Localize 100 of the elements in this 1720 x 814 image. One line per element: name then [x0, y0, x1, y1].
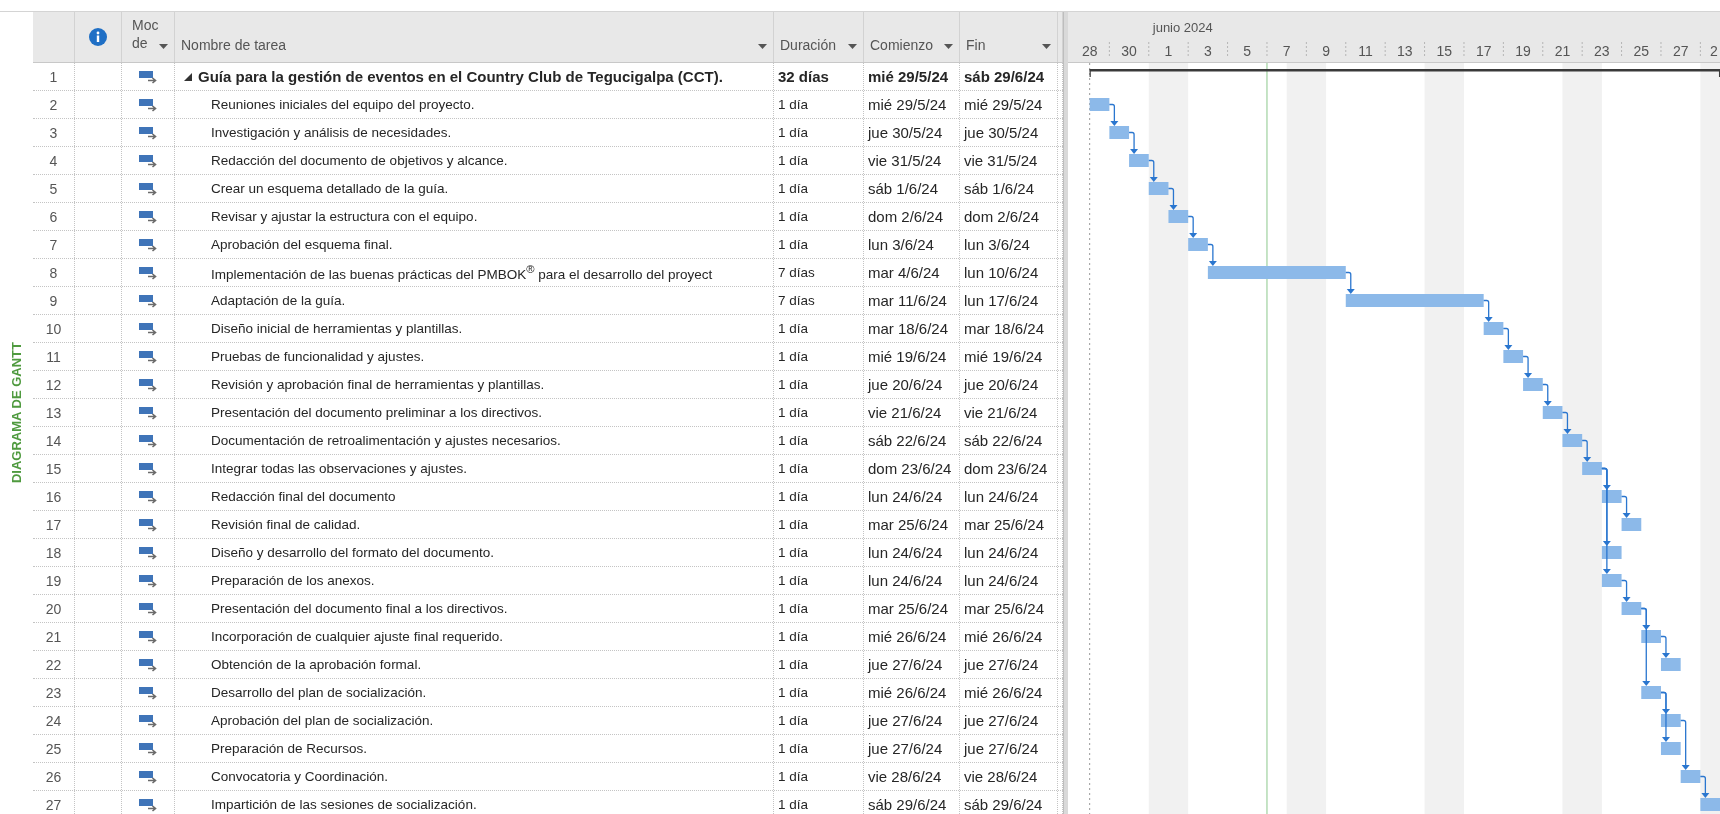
- row-number: 6: [49, 208, 58, 225]
- column-header[interactable]: Nombre de tarea: [175, 12, 774, 62]
- table-cell-text: lun 24/6/24: [963, 572, 1039, 589]
- task-name: Incorporación de cualquier ajuste final requerido.: [210, 629, 503, 644]
- table-cell-text: vie 21/6/24: [867, 404, 942, 421]
- task-bar[interactable]: [1503, 350, 1524, 363]
- task-bar[interactable]: [1542, 406, 1563, 419]
- task-name: Redacción final del documento: [210, 489, 396, 504]
- dependency-arrow: [1483, 299, 1493, 322]
- task-mode-icon: [138, 489, 158, 504]
- row-number: 9: [49, 292, 58, 309]
- info-icon: [89, 28, 107, 46]
- task-bar[interactable]: [1562, 434, 1583, 447]
- task-mode-icon: [138, 405, 158, 420]
- summary-bar[interactable]: [1089, 68, 1720, 78]
- caret-icon: [848, 44, 857, 49]
- table-cell-text: jue 27/6/24: [866, 656, 943, 673]
- table-cell-text: 1 día: [777, 97, 809, 112]
- task-name: Presentación del documento final a los directivos.: [210, 601, 508, 616]
- task-bar[interactable]: [1168, 210, 1189, 223]
- dependency-arrow: [1502, 327, 1513, 350]
- table-cell-text: vie 28/6/24: [963, 768, 1038, 785]
- table-cell-text: 7 días: [777, 293, 815, 308]
- task-name: Pruebas de funcionalidad y ajustes.: [210, 349, 425, 364]
- row-number: 12: [45, 376, 62, 393]
- day-label: 25: [1633, 43, 1650, 59]
- dependency-arrow: [1542, 383, 1552, 406]
- day-label: 1: [1164, 43, 1173, 59]
- dependency-arrow: [1148, 159, 1158, 182]
- column-header[interactable]: Moc de: [122, 12, 175, 62]
- task-name: Adaptación de la guía.: [210, 293, 346, 308]
- dependency-arrow: [1167, 187, 1178, 210]
- table-cell-text: 1 día: [777, 629, 809, 644]
- table-cell-text: mar 25/6/24: [963, 516, 1045, 533]
- table-cell-text: lun 24/6/24: [867, 488, 943, 505]
- caret-icon: [944, 44, 953, 49]
- task-bar[interactable]: [1660, 742, 1681, 755]
- day-label: 5: [1243, 43, 1252, 59]
- table-cell-text: 1 día: [777, 125, 809, 140]
- task-mode-icon: [138, 461, 158, 476]
- table-cell-text: 1 día: [777, 461, 809, 476]
- task-mode-icon: [138, 97, 158, 112]
- task-mode-icon: [138, 713, 158, 728]
- table-cell-text: 1 día: [777, 573, 809, 588]
- table-cell-text: dom 23/6/24: [867, 460, 952, 477]
- day-label: 7: [1282, 43, 1291, 59]
- table-cell-text: mar 25/6/24: [963, 600, 1045, 617]
- task-bar[interactable]: [1089, 98, 1110, 111]
- task-bar[interactable]: [1621, 602, 1642, 615]
- table-cell-text: dom 2/6/24: [867, 208, 944, 225]
- task-mode-icon: [138, 769, 158, 784]
- table-cell-text: 1 día: [777, 349, 809, 364]
- table-cell-text: mar 18/6/24: [963, 320, 1045, 337]
- collapse-icon[interactable]: [184, 72, 192, 81]
- table-cell-text: 1 día: [777, 601, 809, 616]
- row-number: 7: [49, 236, 58, 253]
- table-cell-text: lun 24/6/24: [867, 572, 943, 589]
- dependency-arrow: [1522, 355, 1533, 378]
- table-cell-text: 1 día: [777, 377, 809, 392]
- table-cell-text: sáb 22/6/24: [963, 432, 1043, 449]
- day-label: 23: [1594, 43, 1610, 59]
- row-number: 16: [45, 488, 62, 505]
- task-bar[interactable]: [1621, 518, 1642, 531]
- task-bar[interactable]: [1483, 322, 1504, 335]
- task-bar[interactable]: [1641, 630, 1661, 643]
- task-mode-icon: [138, 573, 158, 588]
- table-cell-text: mar 4/6/24: [867, 264, 940, 281]
- table-cell-text: jue 27/6/24: [962, 740, 1039, 757]
- day-label: 17: [1475, 43, 1492, 59]
- column-header[interactable]: Comienzo: [864, 12, 960, 62]
- table-cell-text: mié 26/6/24: [963, 628, 1043, 645]
- column-header[interactable]: Duración: [774, 12, 864, 62]
- table-cell-text: sáb 29/6/24: [867, 796, 947, 813]
- task-bar[interactable]: [1148, 182, 1169, 195]
- task-bar[interactable]: [1680, 770, 1701, 783]
- table-cell-text: lun 3/6/24: [867, 236, 934, 253]
- dependency-arrow: [1128, 131, 1139, 154]
- table-cell-text: mié 26/6/24: [867, 684, 947, 701]
- day-label: 11: [1358, 43, 1373, 59]
- row-number: 4: [49, 152, 58, 169]
- table-cell-text: 7 días: [777, 265, 815, 280]
- table-cell-text: sáb 29/6/24: [963, 796, 1043, 813]
- task-name: Integrar todas las observaciones y ajustes.: [210, 461, 467, 476]
- view-label: DIAGRAMA DE GANTT: [9, 342, 24, 484]
- table-cell-text: 1 día: [777, 517, 809, 532]
- row-number: 10: [45, 320, 62, 337]
- task-bar[interactable]: [1109, 126, 1130, 139]
- row-number: 5: [49, 180, 58, 197]
- table-cell-text: sáb 22/6/24: [867, 432, 947, 449]
- table-cell-text: 1 día: [777, 797, 809, 812]
- table-cell-text: 1 día: [777, 405, 809, 420]
- day-label: 15: [1436, 43, 1453, 59]
- column-header[interactable]: Fin: [960, 12, 1058, 62]
- table-cell-text: mar 18/6/24: [867, 320, 949, 337]
- dependency-arrow: [1581, 439, 1592, 462]
- table-cell-text: mar 11/6/24: [867, 292, 947, 309]
- table-cell-text: 1 día: [777, 489, 809, 504]
- table-cell-text: 1 día: [777, 321, 809, 336]
- day-label: 13: [1397, 43, 1413, 59]
- task-bar[interactable]: [1660, 658, 1681, 671]
